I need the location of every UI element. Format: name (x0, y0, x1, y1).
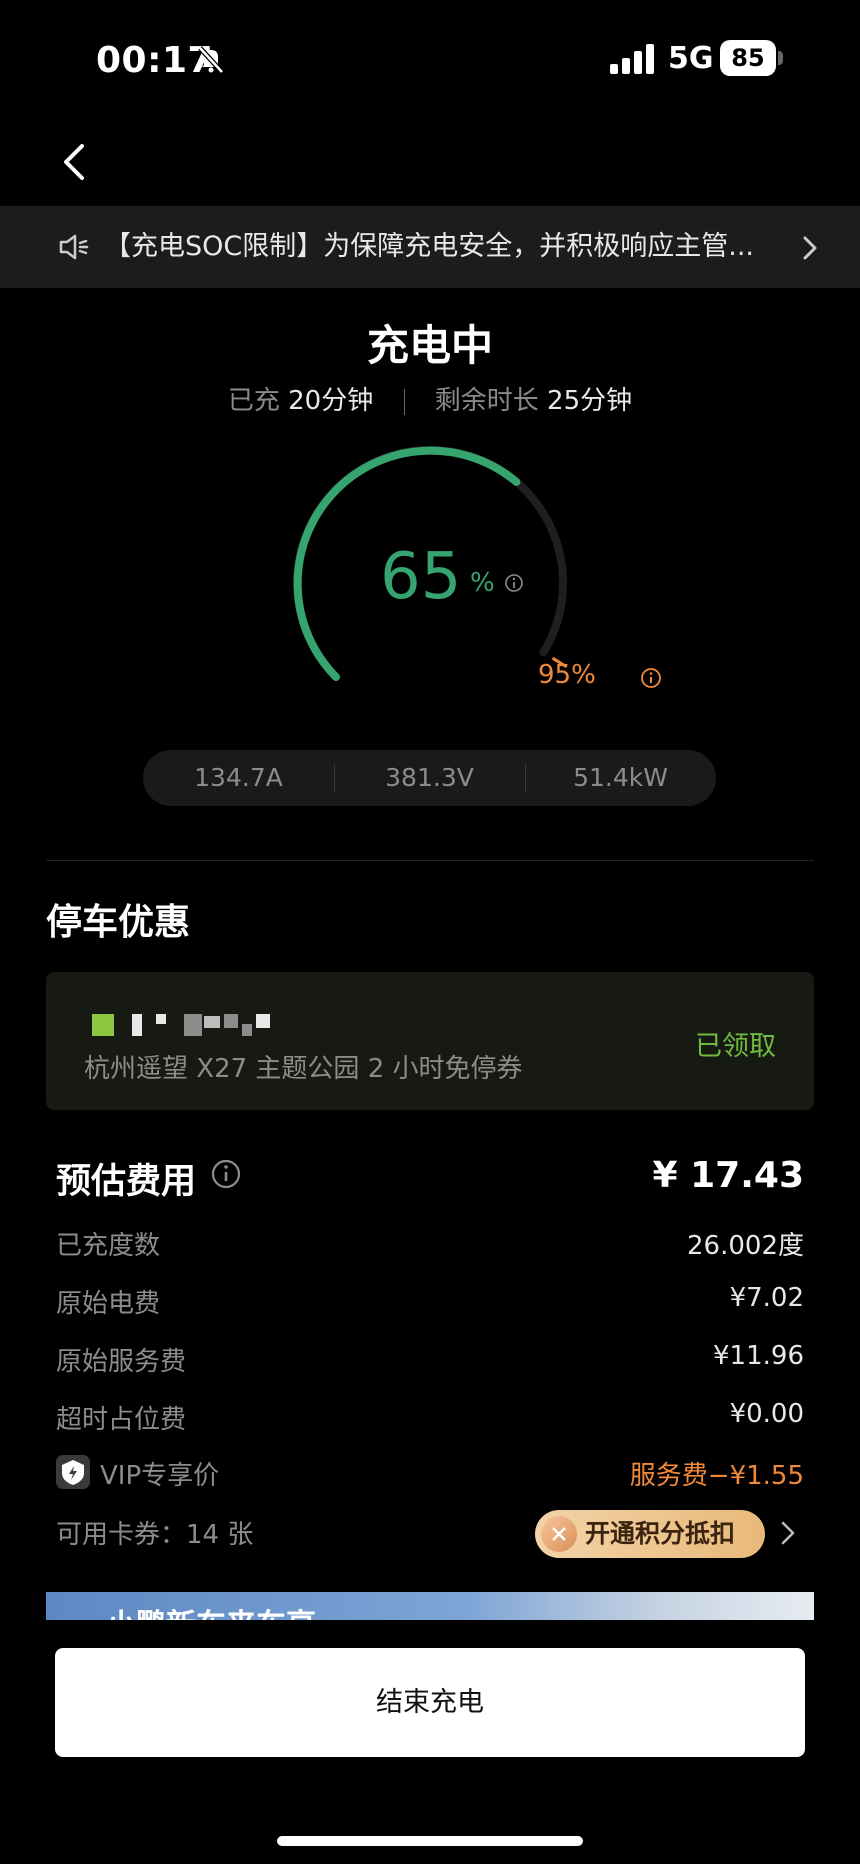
home-indicator[interactable] (277, 1836, 583, 1846)
charging-metrics: 134.7A 381.3V 51.4kW (143, 750, 716, 806)
notice-text: 【充电SOC限制】为保障充电安全，并积极响应主管... (104, 231, 754, 262)
parking-coupon-card[interactable]: 杭州遥望 X27 主题公园 2 小时免停券 已领取 (46, 972, 814, 1110)
fee-row-label: 原始服务费 (56, 1347, 187, 1377)
fee-row-label: 已充度数 (56, 1231, 161, 1261)
end-charging-button[interactable]: 结束充电 (55, 1648, 805, 1757)
metric-power: 51.4kW (573, 763, 668, 792)
fee-info-icon[interactable] (210, 1158, 242, 1190)
section-divider (46, 860, 814, 861)
charged-label: 已充 (227, 386, 280, 416)
vip-price-label: VIP专享价 (100, 1461, 220, 1491)
promo-banner-text: 小鹏新车来车享 (106, 1600, 316, 1620)
chevron-right-icon (803, 236, 817, 260)
silent-bell-icon (198, 46, 224, 74)
speaker-icon (59, 234, 89, 260)
charge-percent-unit: % (470, 568, 495, 598)
notice-banner[interactable]: 【充电SOC限制】为保障充电安全，并积极响应主管... (0, 206, 860, 288)
fee-row-label: 超时占位费 (56, 1405, 187, 1435)
fee-row-value: 26.002度 (687, 1231, 804, 1261)
battery-level: 85 (731, 44, 765, 72)
network-type: 5G (668, 41, 714, 76)
fee-row-value: ¥7.02 (729, 1283, 804, 1313)
signal-icon (610, 44, 654, 74)
metric-current: 134.7A (194, 763, 283, 792)
coupon-name-redacted (92, 1014, 270, 1036)
vip-discount-value: 服务费−¥1.55 (629, 1461, 804, 1491)
divider (403, 388, 405, 415)
chevron-right-icon[interactable] (780, 1520, 796, 1546)
available-coupons[interactable]: 可用卡券：14 张 (56, 1514, 253, 1551)
charge-limit: 95% (538, 660, 596, 690)
vip-icon (56, 1455, 90, 1489)
points-deduction-button[interactable]: 开通积分抵扣 (535, 1510, 765, 1558)
fee-row-value: ¥0.00 (729, 1399, 804, 1429)
remaining-value: 25分钟 (547, 386, 633, 416)
coupon-status: 已领取 (695, 1031, 776, 1062)
metric-voltage: 381.3V (385, 763, 474, 792)
back-arrow-icon[interactable] (56, 140, 96, 184)
info-icon[interactable] (504, 573, 524, 593)
charging-title: 充电中 (366, 321, 493, 370)
charging-duration: 已充 20分钟 剩余时长 25分钟 (0, 380, 860, 417)
parking-section-title: 停车优惠 (46, 902, 191, 943)
fee-row-label: 原始电费 (56, 1289, 161, 1319)
fee-title: 预估费用 (56, 1162, 197, 1202)
fee-row-value: ¥11.96 (713, 1341, 804, 1371)
coin-icon (541, 1516, 577, 1552)
promo-banner[interactable]: 小鹏新车来车享 (46, 1592, 814, 1620)
battery-icon: 85 (720, 40, 784, 76)
coupon-description: 杭州遥望 X27 主题公园 2 小时免停券 (84, 1054, 523, 1084)
fee-total: ¥ 17.43 (652, 1155, 804, 1196)
remaining-label: 剩余时长 (434, 386, 539, 416)
points-deduction-label: 开通积分抵扣 (585, 1519, 736, 1548)
charged-value: 20分钟 (288, 386, 374, 416)
limit-info-icon[interactable] (640, 667, 662, 689)
charge-percent: 65 (380, 540, 462, 614)
